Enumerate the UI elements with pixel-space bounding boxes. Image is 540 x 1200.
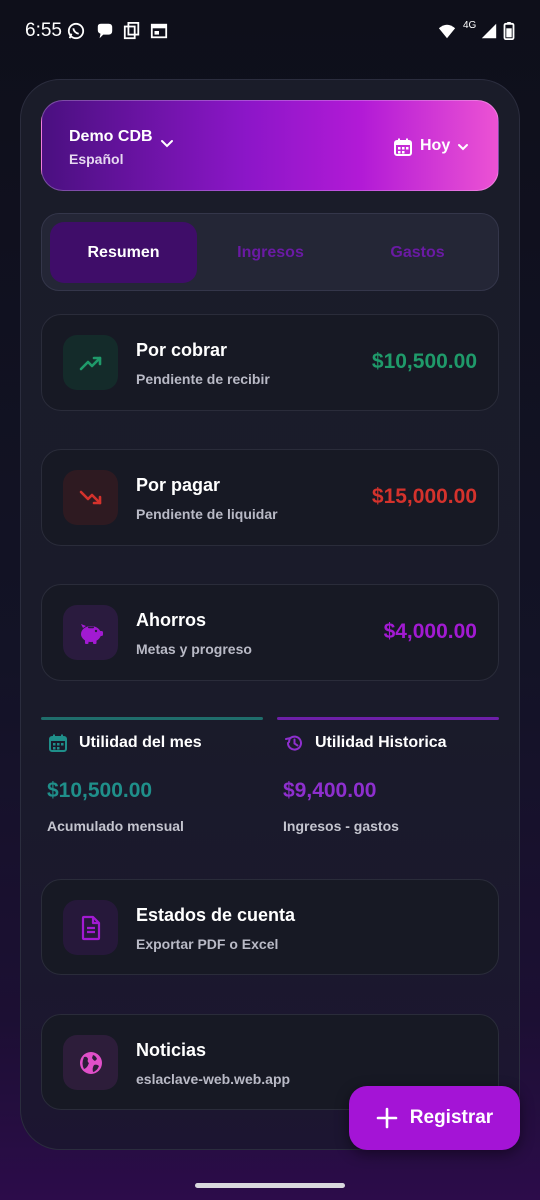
savings-card[interactable]: Ahorros Metas y progreso $4,000.00 [41, 584, 499, 681]
payable-amount: $15,000.00 [371, 485, 477, 508]
home-indicator[interactable] [195, 1183, 345, 1188]
news-icon-box [63, 1035, 118, 1090]
signal-icon [481, 23, 497, 39]
payable-icon-box [63, 470, 118, 525]
globe-icon [79, 1051, 102, 1074]
account-language: Español [69, 151, 124, 167]
whatsapp-icon [67, 22, 85, 40]
monthly-profit-subtitle: Acumulado mensual [47, 818, 184, 834]
receivable-title: Por cobrar [136, 340, 228, 360]
register-fab-button[interactable]: Registrar [349, 1086, 520, 1150]
document-icon [81, 915, 100, 940]
payable-card[interactable]: Por pagar Pendiente de liquidar $15,000.… [41, 449, 499, 546]
statements-icon-box [63, 900, 118, 955]
copy-icon [123, 22, 140, 40]
monthly-profit-title: Utilidad del mes [79, 734, 202, 751]
receivable-subtitle: Pendiente de recibir [136, 371, 270, 387]
monthly-profit-accent-line [41, 717, 263, 720]
news-subtitle: eslaclave-web.web.app [136, 1071, 291, 1087]
trending-down-icon [79, 490, 101, 504]
savings-subtitle: Metas y progreso [136, 641, 252, 657]
historic-profit-title: Utilidad Historica [315, 734, 447, 751]
receivable-card[interactable]: Por cobrar Pendiente de recibir $10,500.… [41, 314, 499, 411]
historic-profit-amount: $9,400.00 [283, 779, 377, 802]
plus-icon [376, 1107, 398, 1129]
tab-gastos[interactable]: Gastos [344, 222, 491, 283]
chevron-down-icon [458, 144, 468, 151]
calendar-icon [394, 138, 412, 156]
news-title: Noticias [136, 1040, 207, 1060]
savings-amount: $4,000.00 [383, 620, 477, 643]
receivable-icon-box [63, 335, 118, 390]
historic-profit-stat[interactable]: Utilidad Historica $9,400.00 Ingresos - … [277, 717, 499, 847]
status-bar: 6:55 4G [0, 0, 540, 64]
battery-icon [503, 22, 515, 40]
savings-title: Ahorros [136, 610, 207, 630]
calendar-icon [49, 734, 67, 752]
calendar-window-icon [150, 23, 168, 39]
register-label: Registrar [409, 1107, 494, 1128]
monthly-profit-stat[interactable]: Utilidad del mes $10,500.00 Acumulado me… [41, 717, 263, 847]
tab-resumen[interactable]: Resumen [50, 222, 197, 283]
statements-subtitle: Exportar PDF o Excel [136, 936, 279, 952]
date-filter-label: Hoy [420, 137, 451, 154]
monthly-profit-amount: $10,500.00 [47, 779, 153, 802]
payable-subtitle: Pendiente de liquidar [136, 506, 278, 522]
account-header: Demo CDB Español Hoy [41, 100, 499, 191]
receivable-amount: $10,500.00 [371, 350, 477, 373]
savings-icon-box [63, 605, 118, 660]
tab-ingresos[interactable]: Ingresos [197, 222, 344, 283]
account-name: Demo CDB [69, 128, 153, 145]
network-type-label: 4G [463, 20, 477, 31]
piggy-bank-icon [80, 623, 103, 644]
historic-profit-subtitle: Ingresos - gastos [283, 818, 399, 834]
account-statements-card[interactable]: Estados de cuenta Exportar PDF o Excel [41, 879, 499, 975]
section-tabs: Resumen Ingresos Gastos [41, 213, 499, 291]
history-icon [285, 735, 302, 751]
trending-up-icon [79, 356, 101, 370]
status-time: 6:55 [25, 20, 62, 41]
chevron-down-icon [161, 140, 173, 148]
historic-profit-accent-line [277, 717, 499, 720]
payable-title: Por pagar [136, 475, 221, 495]
wifi-icon [438, 24, 456, 39]
chat-bubble-icon [97, 23, 113, 39]
statements-title: Estados de cuenta [136, 905, 296, 925]
